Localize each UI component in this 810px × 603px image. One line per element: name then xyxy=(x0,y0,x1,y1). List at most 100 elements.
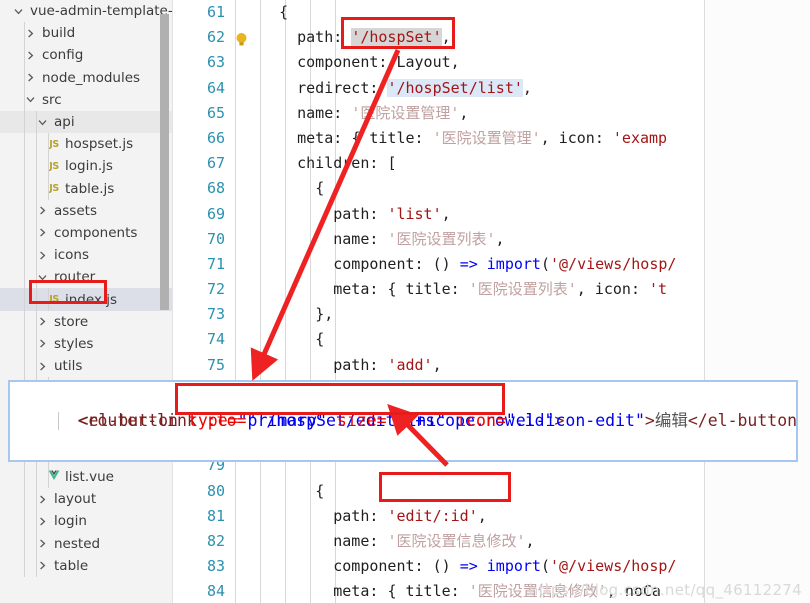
code-text: meta: { title: '医院设置列表', icon: 't xyxy=(333,280,668,299)
tree-folder-components[interactable]: components xyxy=(0,221,172,245)
tree-folder-build[interactable]: build xyxy=(0,22,172,45)
tree-item-label: nested xyxy=(54,535,101,552)
code-text: }, xyxy=(315,305,334,324)
code-line[interactable]: 80 { xyxy=(173,479,704,504)
code-line[interactable]: 66 meta: { title: '医院设置管理', icon: 'examp xyxy=(173,126,704,151)
tree-folder-styles[interactable]: styles xyxy=(0,332,172,355)
code-line[interactable]: 63 component: Layout, xyxy=(173,50,704,75)
tree-folder-utils[interactable]: utils xyxy=(0,355,172,378)
tree-item-label: src xyxy=(42,91,62,108)
tree-indent-guide xyxy=(36,554,37,577)
code-editor[interactable]: 61 {62 path: '/hospSet', 63 component: La… xyxy=(173,0,810,603)
code-line[interactable]: 75 path: 'add', xyxy=(173,353,704,378)
code-line[interactable]: 70 name: '医院设置列表', xyxy=(173,227,704,252)
code-line[interactable]: 61 { xyxy=(173,0,704,25)
chevron-right-icon[interactable] xyxy=(36,316,49,327)
chevron-right-icon[interactable] xyxy=(36,361,49,372)
code-line[interactable]: 72 meta: { title: '医院设置列表', icon: 't xyxy=(173,277,704,302)
chevron-right-icon[interactable] xyxy=(24,28,37,39)
code-line[interactable]: 73 }, xyxy=(173,302,704,327)
code-text: path: 'edit/:id', xyxy=(333,506,487,525)
tree-folder-store[interactable]: store xyxy=(0,310,172,333)
tree-file-login-js[interactable]: JS login.js xyxy=(0,155,172,178)
code-text: component: () => import('@/views/hosp/ xyxy=(333,557,677,576)
tree-file-table-js[interactable]: JS table.js xyxy=(0,177,172,200)
chevron-right-icon[interactable] xyxy=(36,516,49,527)
code-line[interactable]: 69 path: 'list', xyxy=(173,202,704,227)
editor-text-area[interactable]: 61 {62 path: '/hospSet', 63 component: La… xyxy=(173,0,705,603)
chevron-right-icon[interactable] xyxy=(36,494,49,505)
code-line[interactable]: 82 name: '医院设置信息修改', xyxy=(173,529,704,554)
code-line[interactable]: 64 redirect: '/hospSet/list', xyxy=(173,76,704,101)
tree-item-label: store xyxy=(54,313,89,330)
overlay-line-3: </router-link> xyxy=(10,434,796,460)
tree-indent-guide xyxy=(24,288,25,311)
tree-indent-guide xyxy=(36,532,37,555)
tree-folder-nested[interactable]: nested xyxy=(0,532,172,555)
tree-folder-login[interactable]: login xyxy=(0,510,172,533)
tree-folder-src[interactable]: src xyxy=(0,88,172,111)
tree-item-label: layout xyxy=(54,491,97,508)
chevron-down-icon[interactable] xyxy=(12,6,25,17)
code-line[interactable]: 68 { xyxy=(173,176,704,201)
chevron-right-icon[interactable] xyxy=(36,338,49,349)
chevron-down-icon[interactable] xyxy=(36,272,49,283)
tree-indent-guide xyxy=(24,532,25,555)
code-lines[interactable]: 61 {62 path: '/hospSet', 63 component: La… xyxy=(173,0,704,603)
tree-folder-table[interactable]: table xyxy=(0,554,172,577)
chevron-right-icon[interactable] xyxy=(36,560,49,571)
code-line[interactable]: 74 { xyxy=(173,327,704,352)
chevron-down-icon[interactable] xyxy=(24,94,37,105)
line-number: 61 xyxy=(206,3,225,21)
tree-folder-layout[interactable]: layout xyxy=(0,488,172,511)
file-tree[interactable]: vue-admin-template-... build config node_mo… xyxy=(0,0,172,577)
tree-folder-api[interactable]: api xyxy=(0,110,172,134)
tree-indent-guide xyxy=(24,244,25,267)
line-number: 82 xyxy=(206,531,225,550)
tree-indent-guide xyxy=(24,310,25,333)
lightbulb-icon[interactable] xyxy=(235,30,248,46)
tree-indent-guide xyxy=(24,554,25,577)
chevron-right-icon[interactable] xyxy=(24,50,37,61)
tree-indent-guide xyxy=(24,22,25,45)
line-number: 63 xyxy=(206,53,225,72)
chevron-right-icon[interactable] xyxy=(36,227,49,238)
chevron-right-icon[interactable] xyxy=(36,205,49,216)
overlay-size-value: "mini" xyxy=(386,411,447,430)
sidebar-scrollbar[interactable] xyxy=(160,14,169,310)
file-explorer-sidebar[interactable]: vue-admin-template-... build config node_mo… xyxy=(0,0,173,603)
tree-indent-guide xyxy=(48,133,49,156)
chevron-right-icon[interactable] xyxy=(36,538,49,549)
code-line[interactable]: 83 component: () => import('@/views/hosp… xyxy=(173,554,704,579)
chevron-right-icon[interactable] xyxy=(36,250,49,261)
code-line[interactable]: 81 path: 'edit/:id', xyxy=(173,504,704,529)
vscode-window: vue-admin-template-... build config node_mo… xyxy=(0,0,810,603)
overlay-el-button-open: <el-button xyxy=(78,411,188,430)
tree-folder-vue-admin-template-[interactable]: vue-admin-template-... xyxy=(0,0,172,22)
code-line[interactable]: 71 component: () => import('@/views/hosp… xyxy=(173,252,704,277)
code-snippet-overlay: <router-link :to="'/hospSet/edit/'+scope… xyxy=(8,380,798,462)
tree-indent-guide xyxy=(24,177,25,200)
overlay-button-text: 编辑 xyxy=(654,411,688,430)
tree-indent-guide xyxy=(36,199,37,222)
tree-folder-icons[interactable]: icons xyxy=(0,244,172,267)
tree-indent-guide xyxy=(36,288,37,311)
code-line[interactable]: 62 path: '/hospSet', xyxy=(173,25,704,50)
code-line[interactable]: 67 children: [ xyxy=(173,151,704,176)
tree-indent-guide xyxy=(48,177,49,200)
chevron-down-icon[interactable] xyxy=(36,117,49,128)
tree-folder-router[interactable]: router xyxy=(0,266,172,289)
tree-item-label: list.vue xyxy=(65,469,114,486)
tree-file-hospset-js[interactable]: JS hospset.js xyxy=(0,133,172,156)
line-number: 72 xyxy=(206,280,225,299)
tree-item-label: utils xyxy=(54,358,83,375)
tree-file-list-vue[interactable]: list.vue xyxy=(0,465,172,489)
line-number: 83 xyxy=(206,557,225,576)
tree-folder-node-modules[interactable]: node_modules xyxy=(0,66,172,89)
tree-folder-assets[interactable]: assets xyxy=(0,199,172,222)
chevron-right-icon[interactable] xyxy=(24,72,37,83)
code-line[interactable]: 65 name: '医院设置管理', xyxy=(173,101,704,126)
tree-file-index-js[interactable]: JS index.js xyxy=(0,288,172,311)
tree-folder-config[interactable]: config xyxy=(0,44,172,67)
tree-indent-guide xyxy=(24,110,25,134)
